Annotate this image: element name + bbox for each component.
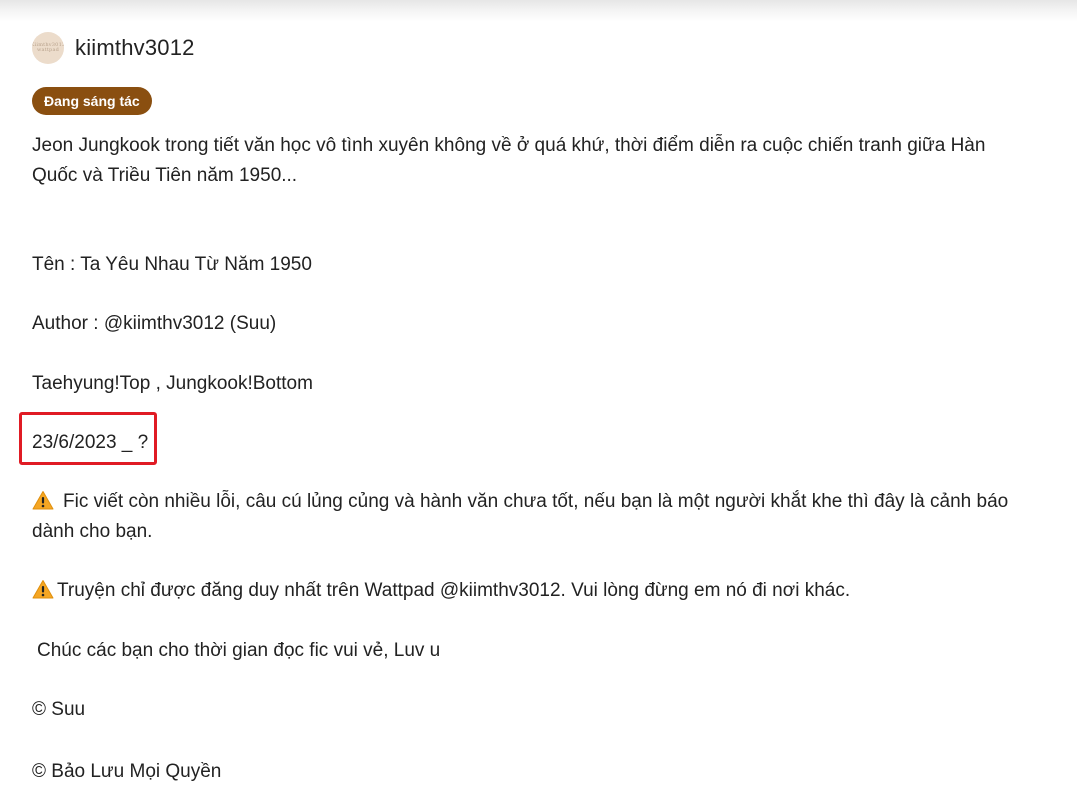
description-date-line: 23/6/2023 _ ? (32, 432, 149, 453)
status-badge: Đang sáng tác (32, 87, 152, 115)
warning-1-text: Fic viết còn nhiều lỗi, câu cú lủng củng… (32, 491, 1009, 542)
date-highlight-box (19, 412, 157, 465)
warning-icon (32, 580, 54, 599)
author-row[interactable]: Kiimthv3012 wattpad kiimthv3012 (32, 31, 195, 65)
description-pairing-line: Taehyung!Top , Jungkook!Bottom (32, 373, 313, 394)
description-warning-2: Truyện chỉ được đăng duy nhất trên Wattp… (32, 576, 1012, 606)
description-warning-1: Fic viết còn nhiều lỗi, câu cú lủng củng… (32, 487, 1012, 547)
story-description-page: Kiimthv3012 wattpad kiimthv3012 Đang sán… (0, 0, 1077, 796)
warning-2-text: Truyện chỉ được đăng duy nhất trên Wattp… (57, 580, 851, 601)
description-author-line: Author : @kiimthv3012 (Suu) (32, 313, 277, 334)
warning-icon (32, 491, 54, 510)
header-shadow (0, 0, 1077, 22)
description-intro: Jeon Jungkook trong tiết văn học vô tình… (32, 135, 986, 186)
description-copyright-line: © Suu (32, 699, 86, 720)
author-username[interactable]: kiimthv3012 (75, 35, 195, 61)
description-greeting-line: Chúc các bạn cho thời gian đọc fic vui v… (37, 640, 441, 661)
description-title-line: Tên : Ta Yêu Nhau Từ Năm 1950 (32, 254, 312, 275)
description-rights-line: © Bảo Lưu Mọi Quyền (32, 761, 222, 782)
avatar[interactable]: Kiimthv3012 wattpad (32, 32, 64, 64)
avatar-text: Kiimthv3012 wattpad (32, 42, 64, 53)
